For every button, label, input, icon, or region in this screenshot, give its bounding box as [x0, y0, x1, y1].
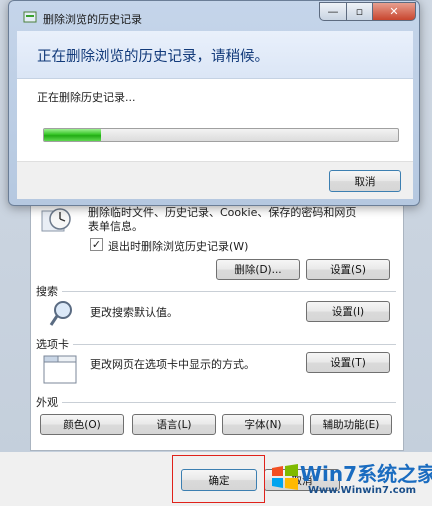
dialog-status-text: 正在删除历史记录...: [37, 91, 136, 104]
progress-bar-fill: [44, 129, 101, 141]
search-description: 更改搜索默认值。: [90, 306, 178, 319]
search-group-header: 搜索: [36, 283, 396, 299]
appearance-group-legend: 外观: [36, 396, 58, 409]
general-tab-panel: [30, 196, 404, 451]
tabs-group-legend: 选项卡: [36, 338, 69, 351]
delete-on-exit-checkbox[interactable]: ✓: [90, 238, 103, 251]
appearance-group-header: 外观: [36, 394, 396, 410]
search-magnifier-icon: [48, 298, 76, 328]
windows-logo-icon: [272, 464, 298, 490]
dialog-footer: 取消: [17, 161, 413, 199]
history-settings-button[interactable]: 设置(S): [306, 259, 390, 280]
watermark-title: Win7系统之家: [300, 462, 432, 486]
history-description-line2: 表单信息。: [88, 220, 143, 233]
delete-history-progress-dialog: 删除浏览的历史记录 — ▫ ✕ 正在删除浏览的历史记录，请稍候。 正在删除历史记…: [8, 0, 420, 206]
maximize-button[interactable]: ▫: [346, 2, 373, 21]
fonts-button[interactable]: 字体(N): [222, 414, 304, 435]
dialog-titlebar[interactable]: 删除浏览的历史记录 — ▫ ✕: [9, 1, 419, 31]
close-button[interactable]: ✕: [372, 2, 416, 21]
watermark-url: Www.Winwin7.com: [308, 485, 417, 496]
tabs-settings-button[interactable]: 设置(T): [306, 352, 390, 373]
tabs-window-icon: [42, 353, 78, 385]
cancel-button[interactable]: 取消: [329, 170, 401, 192]
tabs-group-divider: [73, 343, 396, 345]
delete-on-exit-label: 退出时删除浏览历史记录(W): [108, 240, 249, 253]
search-group-legend: 搜索: [36, 285, 58, 298]
delete-history-button[interactable]: 删除(D)...: [216, 259, 300, 280]
dialog-title: 删除浏览的历史记录: [43, 13, 142, 26]
history-clock-icon: [40, 205, 74, 235]
appearance-group-divider: [62, 401, 396, 403]
search-group-divider: [62, 290, 396, 292]
progress-bar: [43, 128, 399, 142]
accessibility-button[interactable]: 辅助功能(E): [310, 414, 392, 435]
languages-button[interactable]: 语言(L): [132, 414, 216, 435]
ie-history-icon: [23, 10, 37, 24]
dialog-body: 正在删除历史记录...: [17, 79, 413, 161]
tabs-description: 更改网页在选项卡中显示的方式。: [90, 358, 255, 371]
dialog-header: 正在删除浏览的历史记录，请稍候。: [17, 31, 413, 79]
watermark: Win7系统之家 Www.Winwin7.com: [270, 456, 432, 504]
minimize-button[interactable]: —: [319, 2, 347, 21]
tabs-group-header: 选项卡: [36, 336, 396, 352]
colors-button[interactable]: 颜色(O): [40, 414, 124, 435]
ok-button-highlight-box: [172, 455, 265, 503]
search-settings-button[interactable]: 设置(I): [306, 301, 390, 322]
dialog-heading: 正在删除浏览的历史记录，请稍候。: [37, 49, 269, 65]
